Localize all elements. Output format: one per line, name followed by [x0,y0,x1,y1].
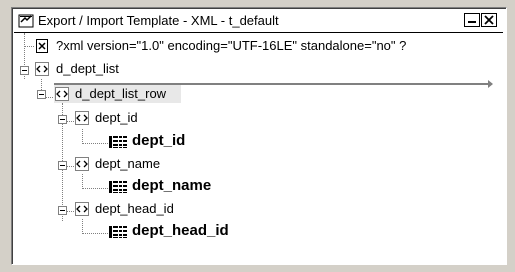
element-node[interactable]: dept_id [95,110,138,126]
title-buttons [464,13,497,27]
minimize-icon [468,21,476,23]
minimize-button[interactable] [464,13,480,27]
insertion-line [54,83,492,85]
title-bar: Export / Import Template - XML - t_defau… [14,10,503,33]
collapse-toggle[interactable] [58,161,67,170]
template-window: Export / Import Template - XML - t_defau… [11,7,507,265]
tree-line [82,143,108,144]
tree-line [82,233,108,234]
tree-line [82,129,83,144]
tree-line [24,46,34,47]
column-node[interactable]: dept_id [132,133,185,149]
column-node[interactable]: dept_name [132,178,211,194]
document-icon [36,39,48,53]
xml-element-icon [35,62,49,76]
xml-element-icon [75,202,89,216]
xml-element-icon [75,157,89,171]
column-node[interactable]: dept_head_id [132,223,229,239]
column-icon [109,136,127,148]
row-element-node[interactable]: d_dept_list_row [75,86,166,102]
insertion-arrow-icon [488,80,493,88]
xml-element-icon [55,87,69,101]
column-icon [109,181,127,193]
tree-line [82,188,108,189]
collapse-toggle[interactable] [37,90,46,99]
xml-element-icon [75,111,89,125]
collapse-toggle[interactable] [20,66,29,75]
close-button[interactable] [481,13,497,27]
template-icon [18,14,34,28]
window-title: Export / Import Template - XML - t_defau… [38,13,279,28]
xml-declaration-node[interactable]: ?xml version="1.0" encoding="UTF-16LE" s… [56,38,406,54]
element-node[interactable]: dept_head_id [95,201,174,217]
dialog-frame: Export / Import Template - XML - t_defau… [0,0,515,272]
close-icon [484,15,494,25]
root-element-node[interactable]: d_dept_list [56,61,119,77]
element-node[interactable]: dept_name [95,156,160,172]
tree-view: ?xml version="1.0" encoding="UTF-16LE" s… [14,33,503,262]
tree-line [82,219,83,234]
collapse-toggle[interactable] [58,115,67,124]
column-icon [109,226,127,238]
tree-line [82,174,83,189]
collapse-toggle[interactable] [58,206,67,215]
